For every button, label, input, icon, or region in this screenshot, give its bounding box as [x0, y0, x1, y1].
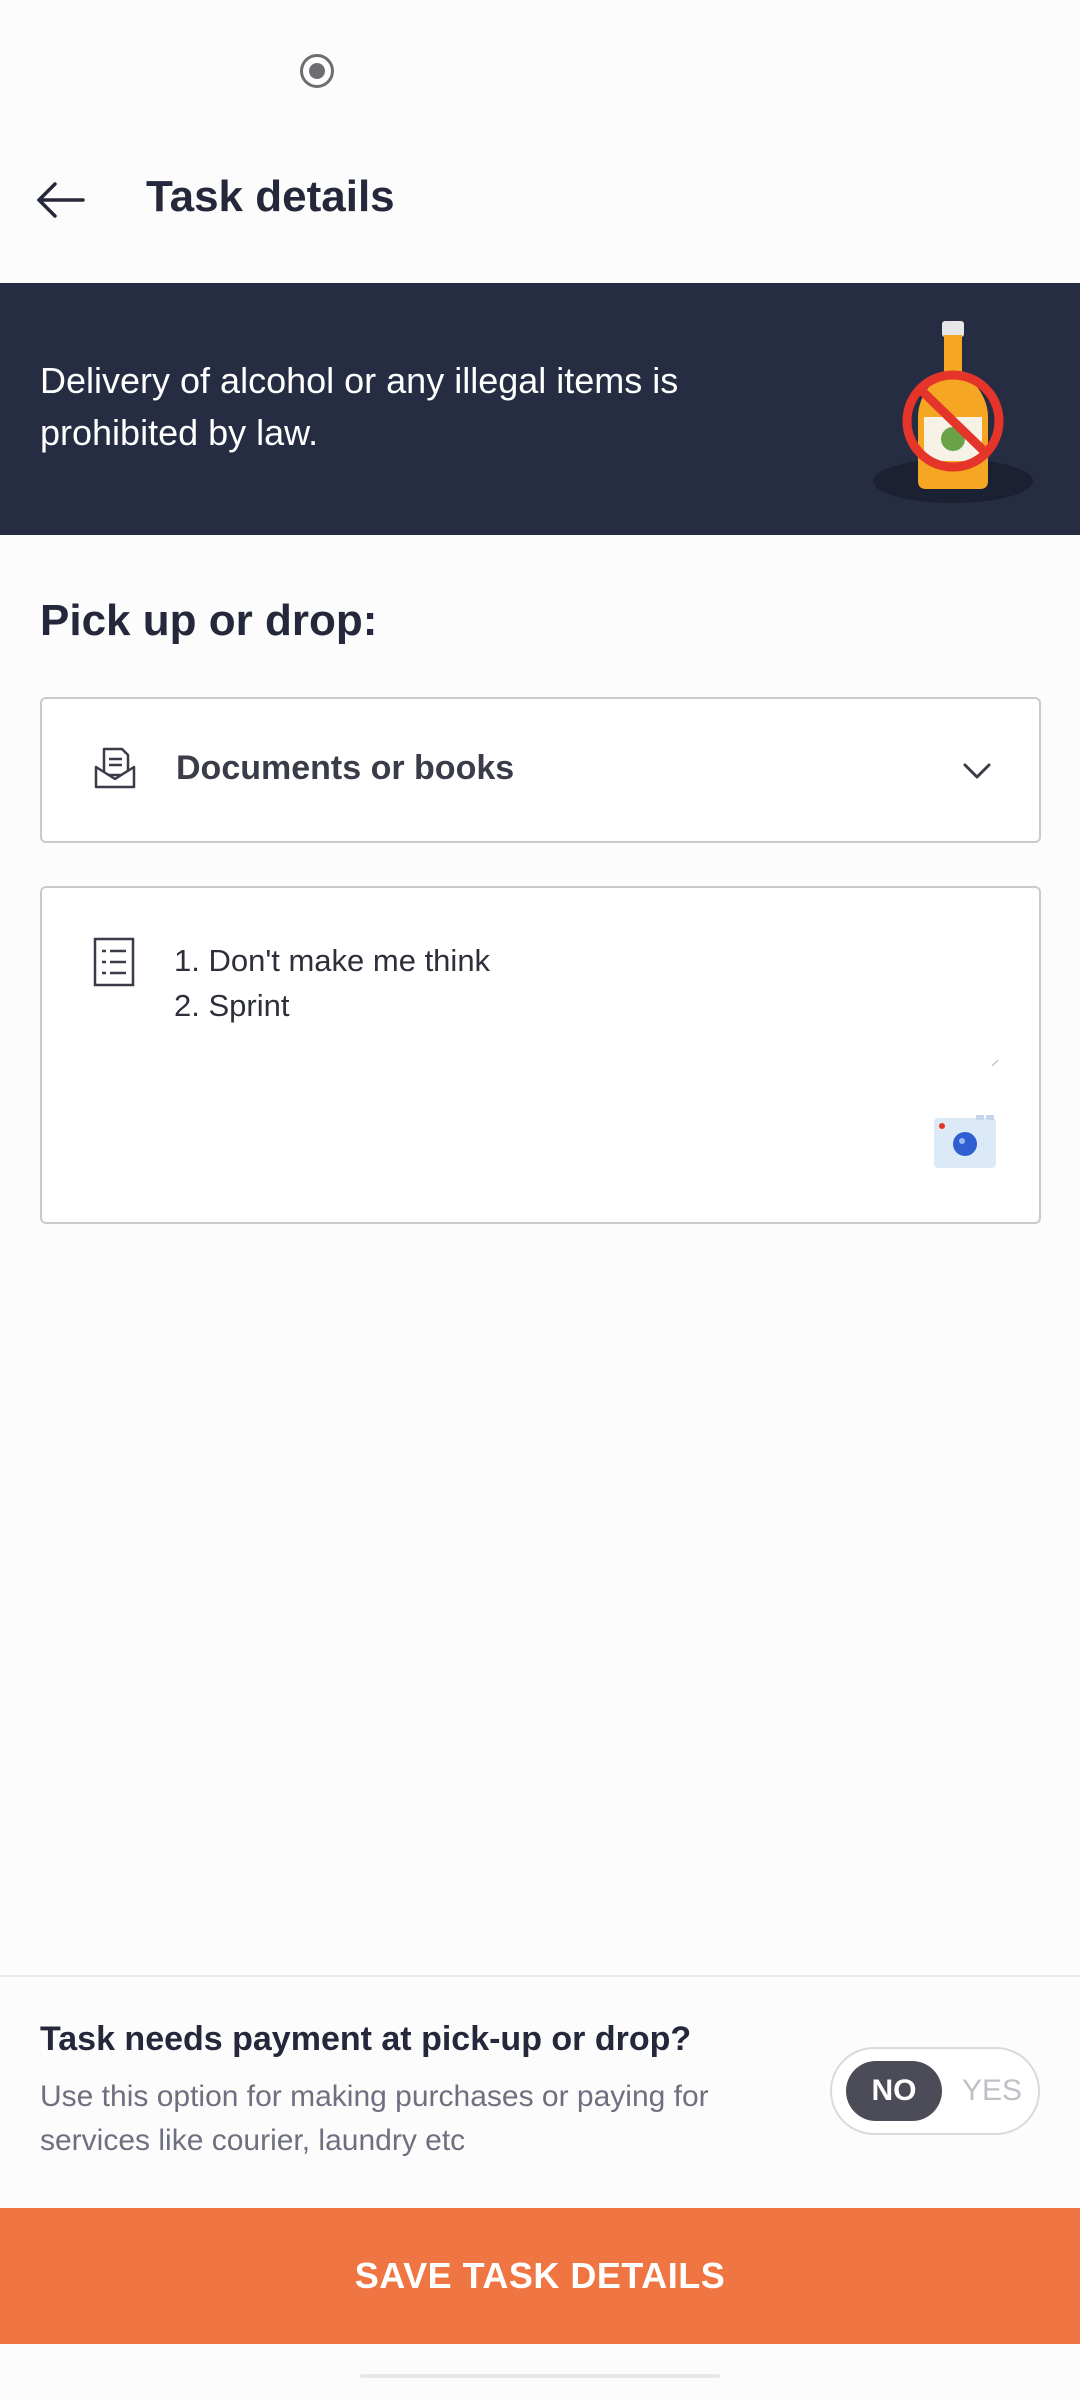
save-task-details-button[interactable]: SAVE TASK DETAILS: [0, 2208, 1080, 2344]
category-dropdown[interactable]: Documents or books: [40, 697, 1041, 843]
status-bar: [0, 0, 1080, 130]
toggle-no-option[interactable]: NO: [846, 2061, 942, 2121]
section-title: Pick up or drop:: [40, 596, 378, 645]
item-notes-field[interactable]: 1. Don't make me think 2. Sprint: [40, 886, 1041, 1224]
chevron-down-icon: [963, 763, 991, 779]
divider: [0, 1975, 1080, 1977]
app-bar: Task details: [0, 150, 1080, 250]
document-icon: [94, 747, 136, 789]
payment-toggle[interactable]: NO YES: [830, 2047, 1040, 2135]
back-arrow-icon: [37, 182, 85, 218]
page-title: Task details: [146, 172, 395, 221]
camera-icon[interactable]: [932, 1114, 998, 1170]
notes-line: 2. Sprint: [174, 988, 290, 1023]
payment-description: Use this option for making purchases or …: [40, 2080, 709, 2157]
home-indicator: [360, 2374, 720, 2378]
warning-banner: Delivery of alcohol or any illegal items…: [0, 283, 1080, 535]
list-icon: [93, 937, 135, 987]
record-icon: [300, 54, 334, 88]
banner-text: Delivery of alcohol or any illegal items…: [40, 360, 679, 453]
toggle-yes-option[interactable]: YES: [952, 2061, 1032, 2121]
notes-text: 1. Don't make me think 2. Sprint: [174, 938, 490, 1028]
resize-handle-icon: [992, 1060, 998, 1066]
payment-title: Task needs payment at pick-up or drop?: [40, 2020, 692, 2058]
category-label: Documents or books: [176, 749, 515, 787]
back-button[interactable]: [30, 170, 90, 230]
notes-line: 1. Don't make me think: [174, 943, 491, 978]
no-alcohol-icon: [873, 321, 1033, 503]
